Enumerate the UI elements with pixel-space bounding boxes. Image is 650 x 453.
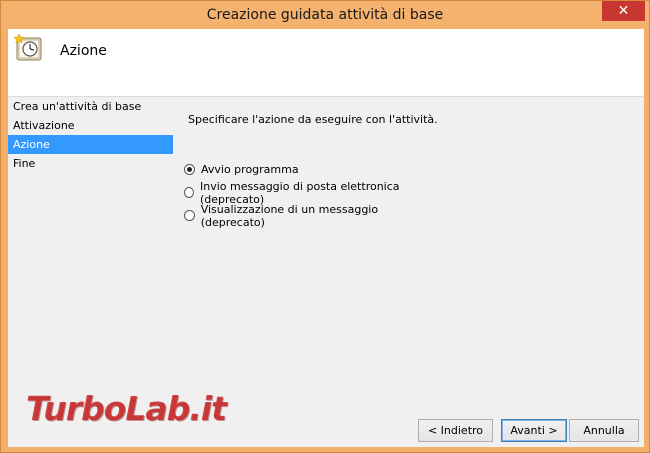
step-azione[interactable]: Azione (8, 135, 173, 154)
wizard-window: Creazione guidata attività di base ✕ Azi… (0, 0, 650, 453)
radio-invio-email[interactable] (184, 187, 194, 198)
task-clock-icon (14, 33, 42, 61)
option-visualizza-messaggio[interactable]: Visualizzazione di un messaggio (depreca… (184, 203, 438, 229)
option-avvio-programma[interactable]: Avvio programma (184, 158, 438, 181)
radio-avvio-programma[interactable] (184, 164, 195, 175)
wizard-header: Azione (8, 29, 644, 97)
step-attivazione[interactable]: Attivazione (8, 116, 173, 135)
action-radio-group: Avvio programma Invio messaggio di posta… (184, 158, 438, 229)
watermark-logo: TurboLab.it (26, 389, 227, 428)
option-label[interactable]: Avvio programma (201, 163, 299, 176)
wizard-steps: Crea un'attività di base Attivazione Azi… (8, 97, 173, 173)
cancel-button[interactable]: Annulla (569, 419, 639, 442)
option-invio-email[interactable]: Invio messaggio di posta elettronica (de… (184, 180, 438, 206)
instruction-text: Specificare l'azione da eseguire con l'a… (188, 113, 438, 126)
page-title: Azione (60, 43, 107, 59)
title-bar[interactable]: Creazione guidata attività di base ✕ (1, 1, 649, 29)
option-label[interactable]: Visualizzazione di un messaggio (depreca… (201, 203, 438, 229)
close-button[interactable]: ✕ (602, 1, 645, 21)
radio-visualizza-messaggio[interactable] (184, 210, 195, 221)
wizard-client-area: Azione Crea un'attività di base Attivazi… (8, 29, 644, 447)
step-fine[interactable]: Fine (8, 154, 173, 173)
wizard-content: Specificare l'azione da eseguire con l'a… (184, 113, 438, 229)
next-button[interactable]: Avanti > (501, 419, 567, 442)
close-icon: ✕ (617, 3, 630, 19)
step-crea-attivita[interactable]: Crea un'attività di base (8, 97, 173, 116)
back-button[interactable]: < Indietro (418, 419, 493, 442)
window-title: Creazione guidata attività di base (206, 7, 444, 23)
